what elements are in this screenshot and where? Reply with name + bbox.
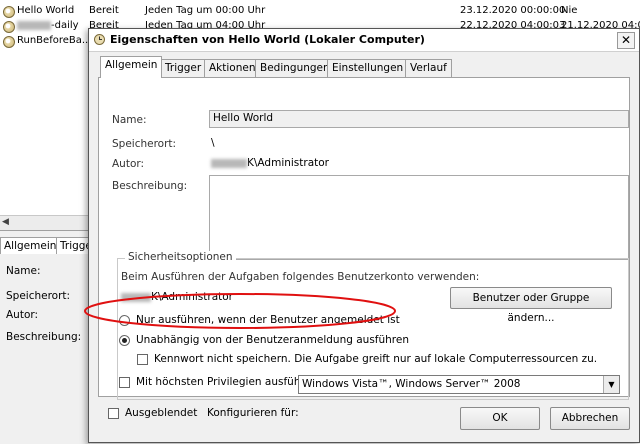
tab-settings[interactable]: Einstellungen xyxy=(327,59,409,77)
table-row[interactable]: Hello World Bereit Jeden Tag um 00:00 Uh… xyxy=(0,4,640,19)
task-last-run: Nie xyxy=(561,5,578,16)
description-label: Beschreibung: xyxy=(112,180,188,192)
general-tab-panel: Name: Hello World Speicherort: \ Autor: … xyxy=(98,77,630,419)
radio-run-independently-label: Unabhängig von der Benutzeranmeldung aus… xyxy=(136,334,409,346)
name-label: Name: xyxy=(112,114,147,126)
cancel-button[interactable]: Abbrechen xyxy=(550,407,630,430)
description-field[interactable] xyxy=(209,175,629,260)
no-password-label: Kennwort nicht speichern. Die Aufgabe gr… xyxy=(154,353,598,365)
properties-dialog: Eigenschaften von Hello World (Lokaler C… xyxy=(88,28,640,443)
close-icon: ✕ xyxy=(620,33,632,47)
location-value: \ xyxy=(211,137,215,149)
configure-select-value: Windows Vista™, Windows Server™ 2008 xyxy=(302,378,521,390)
radio-run-when-logged-on-label: Nur ausführen, wenn der Benutzer angemel… xyxy=(136,314,400,326)
bg-label-description: Beschreibung: xyxy=(6,331,82,343)
horizontal-scrollbar[interactable]: ◀ xyxy=(0,215,90,231)
hidden-label: Ausgeblendet xyxy=(125,407,198,419)
clock-icon xyxy=(3,36,15,48)
highest-privileges-checkbox[interactable] xyxy=(119,377,130,388)
redacted-text xyxy=(211,158,247,168)
no-password-checkbox[interactable] xyxy=(137,354,148,365)
tab-general[interactable]: Allgemein xyxy=(100,56,163,78)
ok-button[interactable]: OK xyxy=(460,407,540,430)
scroll-left-icon[interactable]: ◀ xyxy=(2,217,9,227)
account-prompt: Beim Ausführen der Aufgaben folgendes Be… xyxy=(121,271,480,283)
dialog-title: Eigenschaften von Hello World (Lokaler C… xyxy=(110,33,425,46)
location-label: Speicherort: xyxy=(112,138,177,150)
bg-label-name: Name: xyxy=(6,265,41,277)
dialog-titlebar[interactable]: Eigenschaften von Hello World (Lokaler C… xyxy=(89,29,639,52)
radio-run-when-logged-on[interactable] xyxy=(119,315,130,326)
bg-label-location: Speicherort: xyxy=(6,290,71,302)
task-status: Bereit xyxy=(89,5,119,16)
bg-tab-general[interactable]: Allgemein xyxy=(0,237,61,254)
name-field[interactable]: Hello World xyxy=(209,110,629,128)
tab-conditions[interactable]: Bedingungen xyxy=(255,59,335,77)
highest-privileges-label: Mit höchsten Privilegien ausführen xyxy=(136,376,318,388)
bg-label-author: Autor: xyxy=(6,309,39,321)
hidden-checkbox[interactable] xyxy=(108,408,119,419)
task-name: -daily xyxy=(17,20,79,31)
task-trigger: Jeden Tag um 00:00 Uhr xyxy=(145,5,266,16)
chevron-down-icon[interactable]: ▼ xyxy=(603,376,619,393)
author-label: Autor: xyxy=(112,158,145,170)
radio-run-independently[interactable] xyxy=(119,335,130,346)
redacted-text xyxy=(17,20,51,30)
close-button[interactable]: ✕ xyxy=(617,32,635,49)
clock-icon xyxy=(3,6,15,18)
configure-label: Konfigurieren für: xyxy=(207,407,299,419)
configure-select[interactable]: Windows Vista™, Windows Server™ 2008 ▼ xyxy=(298,375,620,394)
account-value: K\Administrator xyxy=(121,291,233,303)
tab-history[interactable]: Verlauf xyxy=(405,59,452,77)
redacted-text xyxy=(121,292,151,302)
task-next-run: 23.12.2020 00:00:00 xyxy=(460,5,566,16)
clock-icon xyxy=(3,21,15,33)
security-options-title: Sicherheitsoptionen xyxy=(125,251,236,263)
change-user-button[interactable]: Benutzer oder Gruppe ändern... xyxy=(450,287,612,324)
tab-actions[interactable]: Aktionen xyxy=(204,59,261,77)
task-details-pane: Allgemein Trigge Name: Speicherort: Auto… xyxy=(0,230,96,444)
task-name: Hello World xyxy=(17,5,75,16)
task-name: RunBeforeBa... xyxy=(17,35,92,46)
tab-triggers[interactable]: Trigger xyxy=(160,59,207,77)
clock-icon xyxy=(94,34,105,45)
author-value: K\Administrator xyxy=(211,157,329,169)
